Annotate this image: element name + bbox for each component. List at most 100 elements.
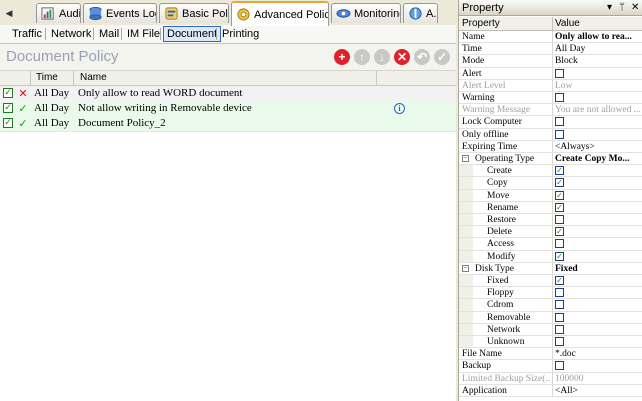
tab-events-log[interactable]: Events Log <box>83 3 157 23</box>
subtab-mail[interactable]: Mail <box>96 26 122 42</box>
property-row[interactable]: Time All Day <box>459 43 642 56</box>
property-value[interactable]: Fixed <box>555 263 641 275</box>
property-checkbox[interactable]: ✓ <box>555 202 564 212</box>
property-row[interactable]: Restore <box>459 214 642 227</box>
property-row[interactable]: Fixed ✓ <box>459 275 642 288</box>
property-checkbox[interactable] <box>555 117 564 127</box>
property-checkbox[interactable]: ✓ <box>555 227 564 237</box>
property-checkbox[interactable]: ✓ <box>555 251 564 261</box>
tab-basic-policy[interactable]: Basic Policy <box>159 3 229 23</box>
undo-icon[interactable]: ↶ <box>414 49 430 65</box>
property-row[interactable]: Warning Message You are not allowed ... <box>459 104 642 117</box>
property-value[interactable]: <All> <box>555 385 641 397</box>
property-value[interactable]: Low <box>555 80 641 92</box>
property-value[interactable]: All Day <box>555 43 641 55</box>
table-row[interactable]: ✓ ✓ All Day Document Policy_2 <box>0 116 456 132</box>
property-value[interactable]: Create Copy Mo... <box>555 153 641 165</box>
info-icon[interactable]: i <box>394 103 405 114</box>
subtab-traffic[interactable]: Traffic <box>9 26 45 42</box>
property-name: Disk Type <box>475 263 515 274</box>
property-row[interactable]: − Operating Type Create Copy Mo... <box>459 153 642 166</box>
row-checkbox[interactable]: ✓ <box>3 103 13 113</box>
property-row[interactable]: Create ✓ <box>459 165 642 178</box>
property-row[interactable]: Cdrom <box>459 299 642 312</box>
tab-scroll-left-icon[interactable]: ◀ <box>2 4 16 22</box>
property-row[interactable]: − Disk Type Fixed <box>459 262 642 275</box>
property-row[interactable]: Alert Level Low <box>459 79 642 92</box>
property-row[interactable]: Move ✓ <box>459 189 642 202</box>
apply-icon[interactable]: ✓ <box>434 49 450 65</box>
tab-monitoring[interactable]: Monitoring <box>331 3 401 23</box>
property-row[interactable]: Only offline <box>459 128 642 141</box>
property-row[interactable]: Floppy <box>459 287 642 300</box>
tab-more[interactable]: A... <box>403 3 438 23</box>
property-row[interactable]: Expiring Time <Always> <box>459 140 642 153</box>
property-checkbox[interactable]: ✓ <box>555 178 564 188</box>
column-header-property: Property <box>462 18 500 29</box>
property-checkbox[interactable] <box>555 337 564 346</box>
property-row[interactable]: Application <All> <box>459 384 642 397</box>
property-checkbox[interactable] <box>555 239 564 249</box>
property-row[interactable]: Limited Backup Size(... 100000 <box>459 372 642 385</box>
property-row[interactable]: Modify ✓ <box>459 250 642 263</box>
property-value[interactable]: Block <box>555 55 641 67</box>
property-row[interactable]: Alert <box>459 67 642 80</box>
property-checkbox[interactable]: ✓ <box>555 190 564 200</box>
property-row[interactable]: Delete ✓ <box>459 226 642 239</box>
close-icon[interactable]: ✕ <box>631 0 639 16</box>
add-icon[interactable]: + <box>334 49 350 65</box>
property-value[interactable]: 100000 <box>555 373 641 385</box>
delete-icon[interactable]: ✕ <box>394 49 410 65</box>
property-row[interactable]: File Name *.doc <box>459 348 642 361</box>
subtab-document[interactable]: Document <box>163 26 222 42</box>
property-checkbox[interactable] <box>555 361 564 371</box>
property-name: Time <box>462 44 482 55</box>
property-checkbox[interactable] <box>555 288 564 298</box>
subtab-im-file[interactable]: IM File <box>124 26 163 42</box>
property-row[interactable]: Rename ✓ <box>459 201 642 214</box>
property-checkbox[interactable] <box>555 312 564 322</box>
property-checkbox[interactable]: ✓ <box>555 276 564 285</box>
collapse-icon[interactable]: − <box>462 155 469 162</box>
property-row[interactable]: Network <box>459 323 642 336</box>
property-checkbox[interactable] <box>555 68 564 78</box>
property-checkbox[interactable]: ✓ <box>555 166 564 176</box>
move-up-icon[interactable]: ↑ <box>354 49 370 65</box>
property-checkbox[interactable] <box>555 215 564 224</box>
property-value[interactable]: *.doc <box>555 348 641 360</box>
table-row[interactable]: ✓ ✓ All Day Not allow writing in Removab… <box>0 101 456 117</box>
collapse-icon[interactable]: − <box>462 264 469 272</box>
property-checkbox[interactable] <box>555 300 564 310</box>
property-value[interactable]: Only allow to rea... <box>555 31 641 43</box>
table-row[interactable]: ✓ ✕ All Day Only allow to read WORD docu… <box>0 86 456 102</box>
property-row[interactable]: Lock Computer <box>459 116 642 129</box>
column-header-name[interactable]: Name <box>80 71 107 85</box>
column-divider <box>552 299 553 311</box>
property-row[interactable]: Mode Block <box>459 55 642 68</box>
property-row[interactable]: Backup <box>459 360 642 373</box>
property-row[interactable]: Copy ✓ <box>459 177 642 190</box>
pin-icon[interactable]: ᛘ <box>619 0 625 16</box>
property-row[interactable]: Name Only allow to rea... <box>459 31 642 44</box>
property-row[interactable]: Access <box>459 238 642 251</box>
property-value[interactable]: You are not allowed ... <box>555 104 641 116</box>
row-checkbox[interactable]: ✓ <box>3 118 13 128</box>
row-time: All Day <box>34 117 70 129</box>
property-checkbox[interactable] <box>555 93 564 102</box>
subtab-network[interactable]: Network <box>48 26 94 42</box>
property-value[interactable]: <Always> <box>555 141 641 153</box>
row-gutter <box>459 287 473 299</box>
subtab-printing[interactable]: Printing <box>219 26 262 42</box>
move-down-icon[interactable]: ↓ <box>374 49 390 65</box>
tab-advanced-policy[interactable]: Advanced Policy <box>231 1 329 26</box>
tab-label: Monitoring <box>354 7 401 20</box>
property-row[interactable]: Warning <box>459 92 642 105</box>
property-checkbox[interactable] <box>555 324 564 334</box>
tab-audit[interactable]: Audit <box>36 3 81 23</box>
property-row[interactable]: Removable <box>459 311 642 324</box>
property-row[interactable]: Unknown <box>459 336 642 349</box>
row-checkbox[interactable]: ✓ <box>3 88 13 98</box>
property-checkbox[interactable] <box>555 129 564 139</box>
dropdown-icon[interactable]: ▾ <box>607 0 612 16</box>
column-header-time[interactable]: Time <box>36 71 58 85</box>
